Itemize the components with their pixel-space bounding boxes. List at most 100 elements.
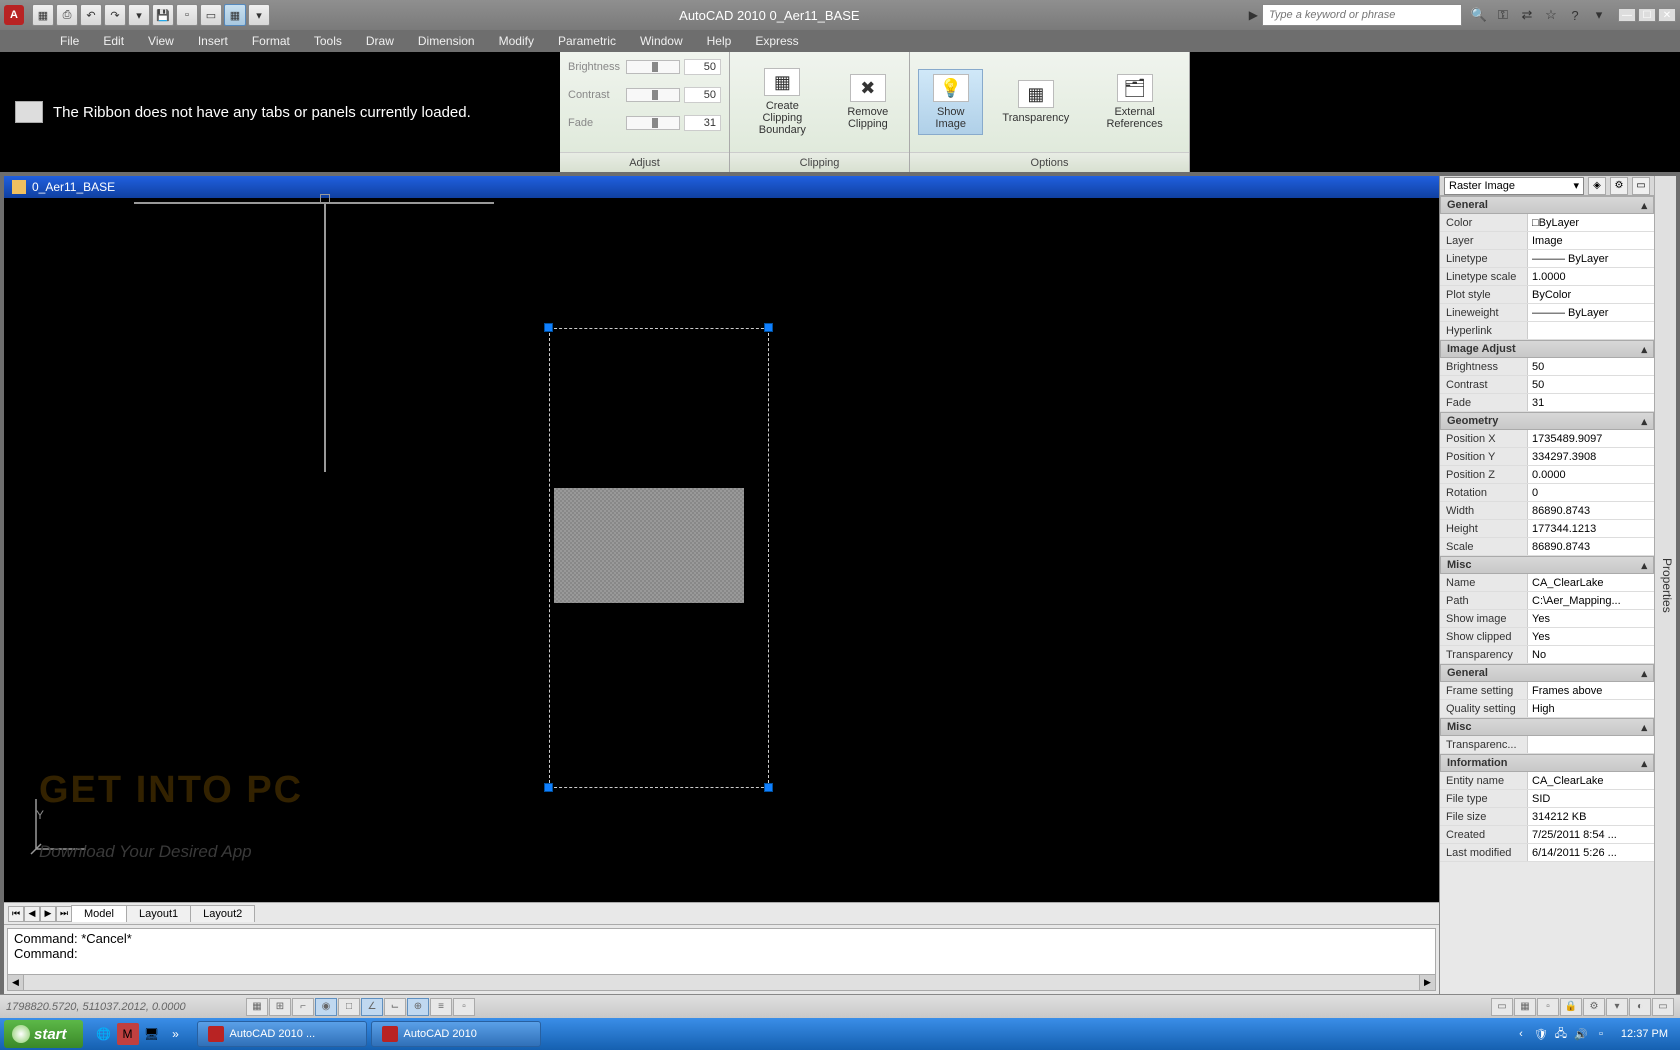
qat-new-icon[interactable]: ▦ (32, 4, 54, 26)
osnap-toggle[interactable]: □ (338, 998, 360, 1016)
grip-tl[interactable] (544, 323, 553, 332)
qat-save-icon[interactable]: 💾 (152, 4, 174, 26)
prop-ltscale-value[interactable]: 1.0000 (1528, 268, 1654, 285)
transparency-button[interactable]: ▦Transparency (991, 75, 1080, 129)
tab-model[interactable]: Model (71, 905, 127, 922)
tray-app-icon[interactable]: ▫ (1593, 1026, 1609, 1042)
menu-view[interactable]: View (138, 32, 184, 50)
grip-br[interactable] (764, 783, 773, 792)
quickview-layouts-icon[interactable]: ▦ (1514, 998, 1536, 1016)
hardware-accel-icon[interactable]: ◐ (1629, 998, 1651, 1016)
minimize-button[interactable]: — (1618, 8, 1636, 22)
prop-color-value[interactable]: □ ByLayer (1528, 214, 1654, 231)
cat-misc2[interactable]: Misc▴ (1440, 718, 1654, 736)
qat-sheet-icon[interactable]: ▫ (176, 4, 198, 26)
tab-next-button[interactable]: ▶ (40, 906, 56, 922)
prop-linetype-value[interactable]: ——— ByLayer (1528, 250, 1654, 267)
qat-print-icon[interactable]: ⎙ (56, 4, 78, 26)
create-clipping-button[interactable]: ▦Create Clipping Boundary (738, 63, 827, 141)
search-arrow-icon[interactable]: ▶ (1249, 8, 1258, 22)
properties-tab-handle[interactable]: Properties (1654, 176, 1676, 994)
otrack-toggle[interactable]: ∠ (361, 998, 383, 1016)
ducs-toggle[interactable]: ⌙ (384, 998, 406, 1016)
annotation-scale-icon[interactable]: 🔒 (1560, 998, 1582, 1016)
status-coordinates[interactable]: 1798820.5720, 511037.2012, 0.0000 (6, 1001, 246, 1013)
binoculars-icon[interactable]: 🔍 (1470, 6, 1488, 24)
show-image-button[interactable]: 💡Show Image (918, 69, 983, 135)
menu-format[interactable]: Format (242, 32, 300, 50)
polar-toggle[interactable]: ◉ (315, 998, 337, 1016)
cat-general[interactable]: General▴ (1440, 196, 1654, 214)
scroll-right-icon[interactable]: ▶ (1419, 975, 1435, 990)
props-quickselect-icon[interactable]: ⚙ (1610, 177, 1628, 195)
cat-general2[interactable]: General▴ (1440, 664, 1654, 682)
help-icon[interactable]: ? (1566, 6, 1584, 24)
props-select-icon[interactable]: ▭ (1632, 177, 1650, 195)
tab-prev-button[interactable]: ◀ (24, 906, 40, 922)
prop-layer-value[interactable]: Image (1528, 232, 1654, 249)
scroll-left-icon[interactable]: ◀ (8, 975, 24, 990)
tab-layout2[interactable]: Layout2 (190, 905, 255, 922)
remove-clipping-button[interactable]: ✖Remove Clipping (835, 69, 901, 135)
tray-shield-icon[interactable]: 🛡 (1533, 1026, 1549, 1042)
cat-image-adjust[interactable]: Image Adjust▴ (1440, 340, 1654, 358)
prop-hyperlink-value[interactable] (1528, 322, 1654, 339)
taskbar-clock[interactable]: 12:37 PM (1613, 1028, 1676, 1040)
grip-tr[interactable] (764, 323, 773, 332)
ortho-toggle[interactable]: ⌐ (292, 998, 314, 1016)
qat-redo-icon[interactable]: ↷ (104, 4, 126, 26)
menu-edit[interactable]: Edit (93, 32, 134, 50)
ql-desktop-icon[interactable]: 🖥 (141, 1023, 163, 1045)
maximize-button[interactable]: ☐ (1638, 8, 1656, 22)
menu-express[interactable]: Express (745, 32, 808, 50)
brightness-value[interactable]: 50 (684, 59, 721, 75)
grip-bl[interactable] (544, 783, 553, 792)
tray-network-icon[interactable]: 🖧 (1553, 1026, 1569, 1042)
help-dropdown-icon[interactable]: ▾ (1590, 6, 1608, 24)
fade-slider[interactable] (626, 116, 680, 130)
prop-lweight-value[interactable]: ——— ByLayer (1528, 304, 1654, 321)
quickview-drawings-icon[interactable]: ▫ (1537, 998, 1559, 1016)
dyn-toggle[interactable]: ⊕ (407, 998, 429, 1016)
cat-geometry[interactable]: Geometry▴ (1440, 412, 1654, 430)
close-button[interactable]: ✕ (1658, 8, 1676, 22)
cat-misc[interactable]: Misc▴ (1440, 556, 1654, 574)
taskbar-app-2[interactable]: AutoCAD 2010 (371, 1021, 541, 1047)
model-space-toggle[interactable]: ▭ (1491, 998, 1513, 1016)
app-logo[interactable]: A (4, 5, 24, 25)
tab-layout1[interactable]: Layout1 (126, 905, 191, 922)
ql-ie-icon[interactable]: 🌐 (93, 1023, 115, 1045)
menu-parametric[interactable]: Parametric (548, 32, 626, 50)
tray-expand-icon[interactable]: ‹ (1513, 1026, 1529, 1042)
favorite-icon[interactable]: ☆ (1542, 6, 1560, 24)
exchange-icon[interactable]: ⇄ (1518, 6, 1536, 24)
snap-toggle[interactable]: ▦ (246, 998, 268, 1016)
tray-volume-icon[interactable]: 🔊 (1573, 1026, 1589, 1042)
lwt-toggle[interactable]: ≡ (430, 998, 452, 1016)
contrast-slider[interactable] (626, 88, 680, 102)
qat-dropdown-icon[interactable]: ▾ (248, 4, 270, 26)
cat-information[interactable]: Information▴ (1440, 754, 1654, 772)
clean-screen-icon[interactable]: ▭ (1652, 998, 1674, 1016)
props-toggle-pim-icon[interactable]: ◈ (1588, 177, 1606, 195)
menu-dimension[interactable]: Dimension (408, 32, 485, 50)
menu-draw[interactable]: Draw (356, 32, 404, 50)
fade-value[interactable]: 31 (684, 115, 721, 131)
selection-type-combo[interactable]: Raster Image▾ (1444, 177, 1584, 195)
command-scrollbar[interactable]: ◀ ▶ (7, 975, 1436, 991)
command-history[interactable]: Command: *Cancel* Command: (7, 928, 1436, 975)
qp-toggle[interactable]: ▫ (453, 998, 475, 1016)
menu-insert[interactable]: Insert (188, 32, 238, 50)
key-icon[interactable]: ⚿ (1494, 6, 1512, 24)
grid-toggle[interactable]: ⊞ (269, 998, 291, 1016)
raster-image[interactable] (554, 488, 744, 603)
start-button[interactable]: start (4, 1020, 83, 1048)
menu-modify[interactable]: Modify (489, 32, 544, 50)
ql-mail-icon[interactable]: M (117, 1023, 139, 1045)
drawing-canvas[interactable]: Y GET INTO PC Download Your Desired App (4, 198, 1439, 902)
ql-more-icon[interactable]: » (165, 1023, 187, 1045)
menu-window[interactable]: Window (630, 32, 693, 50)
qat-undo-icon[interactable]: ↶ (80, 4, 102, 26)
workspace-icon[interactable]: ⚙ (1583, 998, 1605, 1016)
external-refs-button[interactable]: 🗂External References (1088, 69, 1181, 135)
